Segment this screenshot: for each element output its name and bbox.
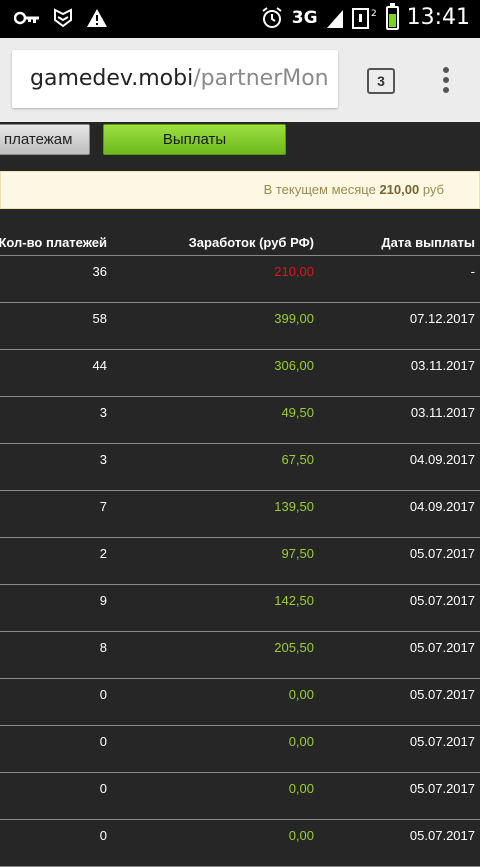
- payouts-table: Кол-во платежей Заработок (руб РФ) Дата …: [0, 223, 480, 867]
- table-row: 3 49,50 03.11.2017: [0, 397, 480, 444]
- earnings-cell: 0,00: [288, 734, 314, 749]
- earnings-cell: 142,50: [274, 593, 314, 608]
- url-path: /partnerMon: [193, 66, 329, 91]
- svg-text:2: 2: [371, 9, 377, 19]
- table-row: 9 142,50 05.07.2017: [0, 585, 480, 632]
- warning-icon: [87, 9, 107, 27]
- payout-date-cell: 05.07.2017: [409, 687, 475, 702]
- tab-payments[interactable]: платежам: [0, 124, 90, 155]
- earnings-cell: 0,00: [288, 828, 314, 843]
- notice-suffix: руб: [419, 182, 444, 197]
- table-row: 44 306,00 03.11.2017: [0, 350, 480, 397]
- table-row: 0 0,00 05.07.2017: [0, 726, 480, 773]
- key-icon: [14, 11, 39, 25]
- earnings-cell: 0,00: [288, 781, 314, 796]
- url-bar[interactable]: gamedev.mobi/partnerMon: [12, 50, 338, 108]
- earnings-cell: 0,00: [288, 687, 314, 702]
- current-month-notice: В текущем месяце 210,00 руб: [0, 171, 480, 209]
- tab-payouts[interactable]: Выплаты: [103, 124, 286, 155]
- notice-text: В текущем месяце 210,00 руб: [264, 182, 444, 197]
- payout-date-cell: 03.11.2017: [410, 358, 475, 373]
- tab-switcher-button[interactable]: 3: [367, 68, 395, 94]
- payout-date-cell: 05.07.2017: [409, 781, 475, 796]
- table-row: 2 97,50 05.07.2017: [0, 538, 480, 585]
- earnings-cell: 205,50: [274, 640, 314, 655]
- table-row: 58 399,00 07.12.2017: [0, 303, 480, 350]
- earnings-cell: 399,00: [274, 311, 314, 326]
- section-tabs: платежам Выплаты: [0, 122, 480, 162]
- payout-date-cell: -: [470, 264, 475, 279]
- payment-count-cell: 8: [99, 640, 107, 655]
- payout-date-cell: 04.09.2017: [409, 499, 475, 514]
- battery-icon: [385, 2, 399, 30]
- earnings-cell: 97,50: [281, 546, 314, 561]
- payment-count-cell: 36: [92, 264, 107, 279]
- payment-count-cell: 0: [99, 781, 107, 796]
- table-row: 7 139,50 04.09.2017: [0, 491, 480, 538]
- status-bar: 3G 2 13:41: [0, 0, 480, 38]
- header-payment-count: Кол-во платежей: [0, 235, 107, 250]
- payout-date-cell: 05.07.2017: [409, 734, 475, 749]
- shield-icon: [54, 8, 72, 28]
- table-row: 36 210,00 -: [0, 256, 480, 303]
- payment-count-cell: 0: [99, 828, 107, 843]
- status-time: 13:41: [406, 5, 470, 30]
- header-earnings: Заработок (руб РФ): [188, 235, 314, 250]
- alarm-icon: [262, 6, 282, 28]
- payment-count-cell: 0: [99, 687, 107, 702]
- header-payout-date: Дата выплаты: [381, 235, 475, 250]
- signal-icon: [326, 9, 343, 28]
- payout-date-cell: 07.12.2017: [409, 311, 475, 326]
- table-row: 0 0,00 05.07.2017: [0, 820, 480, 867]
- payout-date-cell: 05.07.2017: [409, 593, 475, 608]
- payout-date-cell: 05.07.2017: [409, 546, 475, 561]
- payment-count-cell: 7: [99, 499, 107, 514]
- earnings-cell: 306,00: [274, 358, 314, 373]
- payout-date-cell: 05.07.2017: [409, 640, 475, 655]
- table-row: 0 0,00 05.07.2017: [0, 679, 480, 726]
- notice-prefix: В текущем месяце: [263, 182, 380, 197]
- network-type: 3G: [291, 7, 318, 28]
- payment-count-cell: 3: [99, 405, 107, 420]
- table-row: 0 0,00 05.07.2017: [0, 773, 480, 820]
- payment-count-cell: 3: [99, 452, 107, 467]
- table-row: 8 205,50 05.07.2017: [0, 632, 480, 679]
- earnings-cell: 139,50: [274, 499, 314, 514]
- url-host: gamedev.mobi: [30, 66, 194, 91]
- payment-count-cell: 2: [99, 546, 107, 561]
- payout-date-cell: 05.07.2017: [409, 828, 475, 843]
- table-header: Кол-во платежей Заработок (руб РФ) Дата …: [0, 223, 480, 256]
- earnings-cell: 210,00: [274, 264, 314, 279]
- payment-count-cell: 58: [92, 311, 107, 326]
- payout-date-cell: 03.11.2017: [410, 405, 475, 420]
- sim2-icon: 2: [351, 7, 377, 29]
- overflow-menu-icon[interactable]: [442, 67, 450, 95]
- notice-amount: 210,00: [379, 182, 420, 197]
- payment-count-cell: 44: [92, 358, 107, 373]
- payment-count-cell: 9: [99, 593, 107, 608]
- earnings-cell: 67,50: [281, 452, 314, 467]
- payment-count-cell: 0: [99, 734, 107, 749]
- earnings-cell: 49,50: [281, 405, 314, 420]
- payout-date-cell: 04.09.2017: [409, 452, 475, 467]
- url-text: gamedev.mobi/partnerMon: [30, 66, 329, 91]
- browser-toolbar: gamedev.mobi/partnerMon 3: [0, 38, 480, 122]
- table-row: 3 67,50 04.09.2017: [0, 444, 480, 491]
